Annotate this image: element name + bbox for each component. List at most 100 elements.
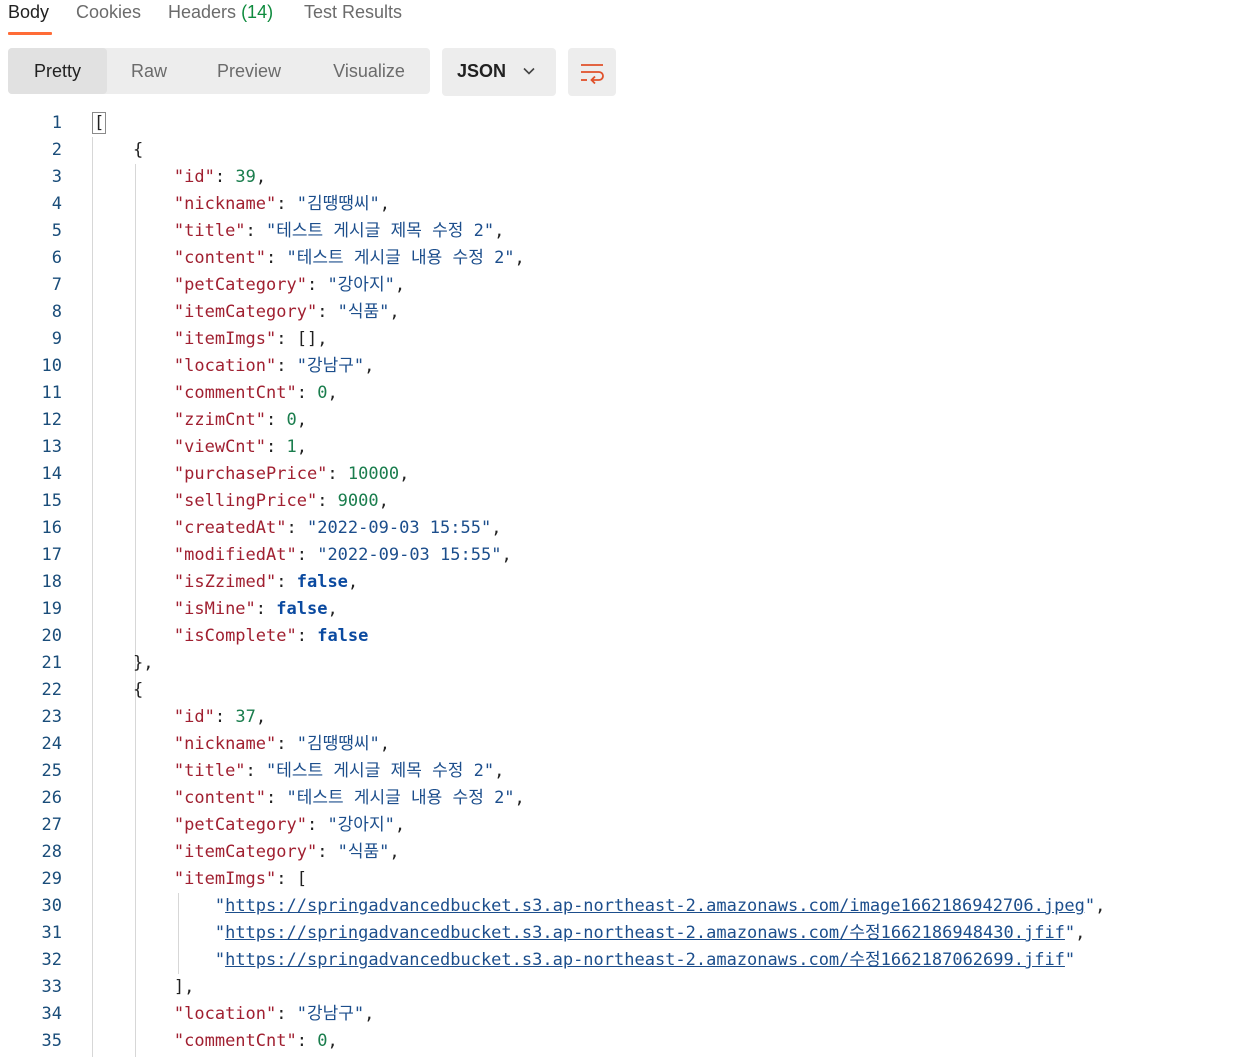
json-punctuation: , bbox=[399, 464, 410, 484]
json-key: "sellingPrice" bbox=[173, 491, 318, 511]
tab-cookies[interactable]: Cookies bbox=[76, 2, 141, 23]
json-punctuation: : bbox=[276, 194, 297, 214]
json-punctuation: : bbox=[306, 275, 328, 295]
json-code: [ { "id": 39, "nickname": "김땡땡씨", "title… bbox=[92, 110, 1105, 1055]
line-number: 3 bbox=[51, 167, 62, 187]
json-punctuation: : bbox=[317, 842, 338, 862]
line-number: 10 bbox=[41, 356, 62, 376]
code-line: }, bbox=[92, 650, 1105, 677]
code-line: "content": "테스트 게시글 내용 수정 2", bbox=[92, 785, 1105, 812]
json-boolean: false bbox=[276, 599, 328, 619]
format-select[interactable]: JSON bbox=[442, 48, 556, 96]
code-line: "nickname": "김땡땡씨", bbox=[92, 731, 1105, 758]
json-key: "location" bbox=[173, 356, 277, 376]
json-key: "createdAt" bbox=[173, 518, 287, 538]
json-punctuation: [ bbox=[92, 112, 107, 134]
json-key: "viewCnt" bbox=[173, 437, 267, 457]
json-punctuation: , bbox=[327, 383, 338, 403]
json-punctuation: : bbox=[276, 356, 297, 376]
line-number: 17 bbox=[41, 545, 62, 565]
json-punctuation: : bbox=[276, 734, 297, 754]
code-line: "id": 37, bbox=[92, 704, 1105, 731]
code-line: "https://springadvancedbucket.s3.ap-nort… bbox=[92, 947, 1105, 974]
json-punctuation: , bbox=[494, 761, 505, 781]
line-number: 12 bbox=[41, 410, 62, 430]
json-punctuation: : bbox=[296, 626, 318, 646]
code-line: "petCategory": "강아지", bbox=[92, 272, 1105, 299]
line-number: 33 bbox=[41, 977, 62, 997]
json-key: "itemImgs" bbox=[173, 869, 277, 889]
code-line: "itemCategory": "식품", bbox=[92, 299, 1105, 326]
json-punctuation: { bbox=[132, 680, 144, 700]
json-key: "itemImgs" bbox=[173, 329, 277, 349]
json-punctuation: : bbox=[266, 248, 287, 268]
code-line: "isMine": false, bbox=[92, 596, 1105, 623]
json-url-link[interactable]: https://springadvancedbucket.s3.ap-north… bbox=[225, 923, 1065, 943]
active-tab-indicator bbox=[8, 32, 52, 35]
code-line: "modifiedAt": "2022-09-03 15:55", bbox=[92, 542, 1105, 569]
json-punctuation: : bbox=[296, 383, 318, 403]
line-number: 8 bbox=[51, 302, 62, 322]
wrap-lines-button[interactable] bbox=[568, 48, 616, 96]
json-punctuation: , bbox=[394, 275, 406, 295]
json-number: 10000 bbox=[347, 464, 400, 484]
view-pretty-button[interactable]: Pretty bbox=[8, 48, 107, 94]
json-key: "location" bbox=[173, 1004, 277, 1024]
tab-test-results[interactable]: Test Results bbox=[304, 2, 402, 23]
json-key: "petCategory" bbox=[173, 275, 307, 295]
json-number: 39 bbox=[235, 167, 256, 187]
line-number: 7 bbox=[51, 275, 62, 295]
json-punctuation: , bbox=[327, 599, 338, 619]
code-line: "nickname": "김땡땡씨", bbox=[92, 191, 1105, 218]
json-string: "2022-09-03 15:55" bbox=[317, 545, 502, 565]
code-line: ], bbox=[92, 974, 1105, 1001]
view-visualize-button[interactable]: Visualize bbox=[324, 48, 414, 94]
json-string: "테스트 게시글 내용 수정 2" bbox=[286, 248, 515, 268]
json-boolean: false bbox=[296, 572, 348, 592]
tab-headers[interactable]: Headers (14) bbox=[168, 2, 273, 23]
json-key: "purchasePrice" bbox=[173, 464, 328, 484]
view-raw-button[interactable]: Raw bbox=[114, 48, 184, 94]
json-string: "강아지" bbox=[327, 275, 395, 295]
json-punctuation: : [], bbox=[276, 329, 328, 349]
json-url-link[interactable]: https://springadvancedbucket.s3.ap-north… bbox=[225, 950, 1065, 970]
line-number: 6 bbox=[51, 248, 62, 268]
headers-count-badge: (14) bbox=[241, 2, 274, 22]
json-key: "id" bbox=[173, 707, 215, 727]
code-line: "https://springadvancedbucket.s3.ap-nort… bbox=[92, 893, 1105, 920]
json-punctuation: , bbox=[389, 302, 400, 322]
line-number: 29 bbox=[41, 869, 62, 889]
json-punctuation: , bbox=[379, 194, 391, 214]
code-line: "itemImgs": [], bbox=[92, 326, 1105, 353]
json-url-link[interactable]: https://springadvancedbucket.s3.ap-north… bbox=[225, 896, 1085, 916]
json-punctuation: : bbox=[245, 221, 267, 241]
code-line: "sellingPrice": 9000, bbox=[92, 488, 1105, 515]
json-string: "2022-09-03 15:55" bbox=[306, 518, 492, 538]
code-line: "createdAt": "2022-09-03 15:55", bbox=[92, 515, 1105, 542]
line-number: 4 bbox=[51, 194, 62, 214]
tab-body[interactable]: Body bbox=[8, 2, 49, 23]
json-punctuation: , bbox=[494, 221, 505, 241]
line-number: 19 bbox=[41, 599, 62, 619]
json-punctuation: : [ bbox=[276, 869, 307, 889]
json-punctuation: : bbox=[276, 572, 297, 592]
code-line: [ bbox=[92, 110, 1105, 137]
response-body-editor[interactable]: 1 2 3 4 5 6 7 8 9 10 11 12 13 14 15 16 17 18 19 20 21 22 23 24 2… bbox=[0, 110, 1252, 1057]
json-punctuation: , bbox=[255, 167, 267, 187]
code-line: "title": "테스트 게시글 제목 수정 2", bbox=[92, 218, 1105, 245]
response-tabs: Body Cookies Headers (14) Test Results bbox=[0, 0, 1252, 40]
json-string: "테스트 게시글 내용 수정 2" bbox=[286, 788, 515, 808]
json-key: "petCategory" bbox=[173, 815, 307, 835]
json-number: 1 bbox=[286, 437, 297, 457]
json-punctuation: , bbox=[491, 518, 502, 538]
json-punctuation: : bbox=[266, 788, 287, 808]
json-punctuation: , bbox=[327, 1031, 338, 1051]
json-key: "modifiedAt" bbox=[173, 545, 297, 565]
view-preview-button[interactable]: Preview bbox=[204, 48, 294, 94]
json-string: " bbox=[214, 950, 226, 970]
line-number: 22 bbox=[41, 680, 62, 700]
json-punctuation: , bbox=[347, 572, 359, 592]
line-number: 23 bbox=[41, 707, 62, 727]
json-punctuation: : bbox=[327, 464, 348, 484]
code-line: "petCategory": "강아지", bbox=[92, 812, 1105, 839]
